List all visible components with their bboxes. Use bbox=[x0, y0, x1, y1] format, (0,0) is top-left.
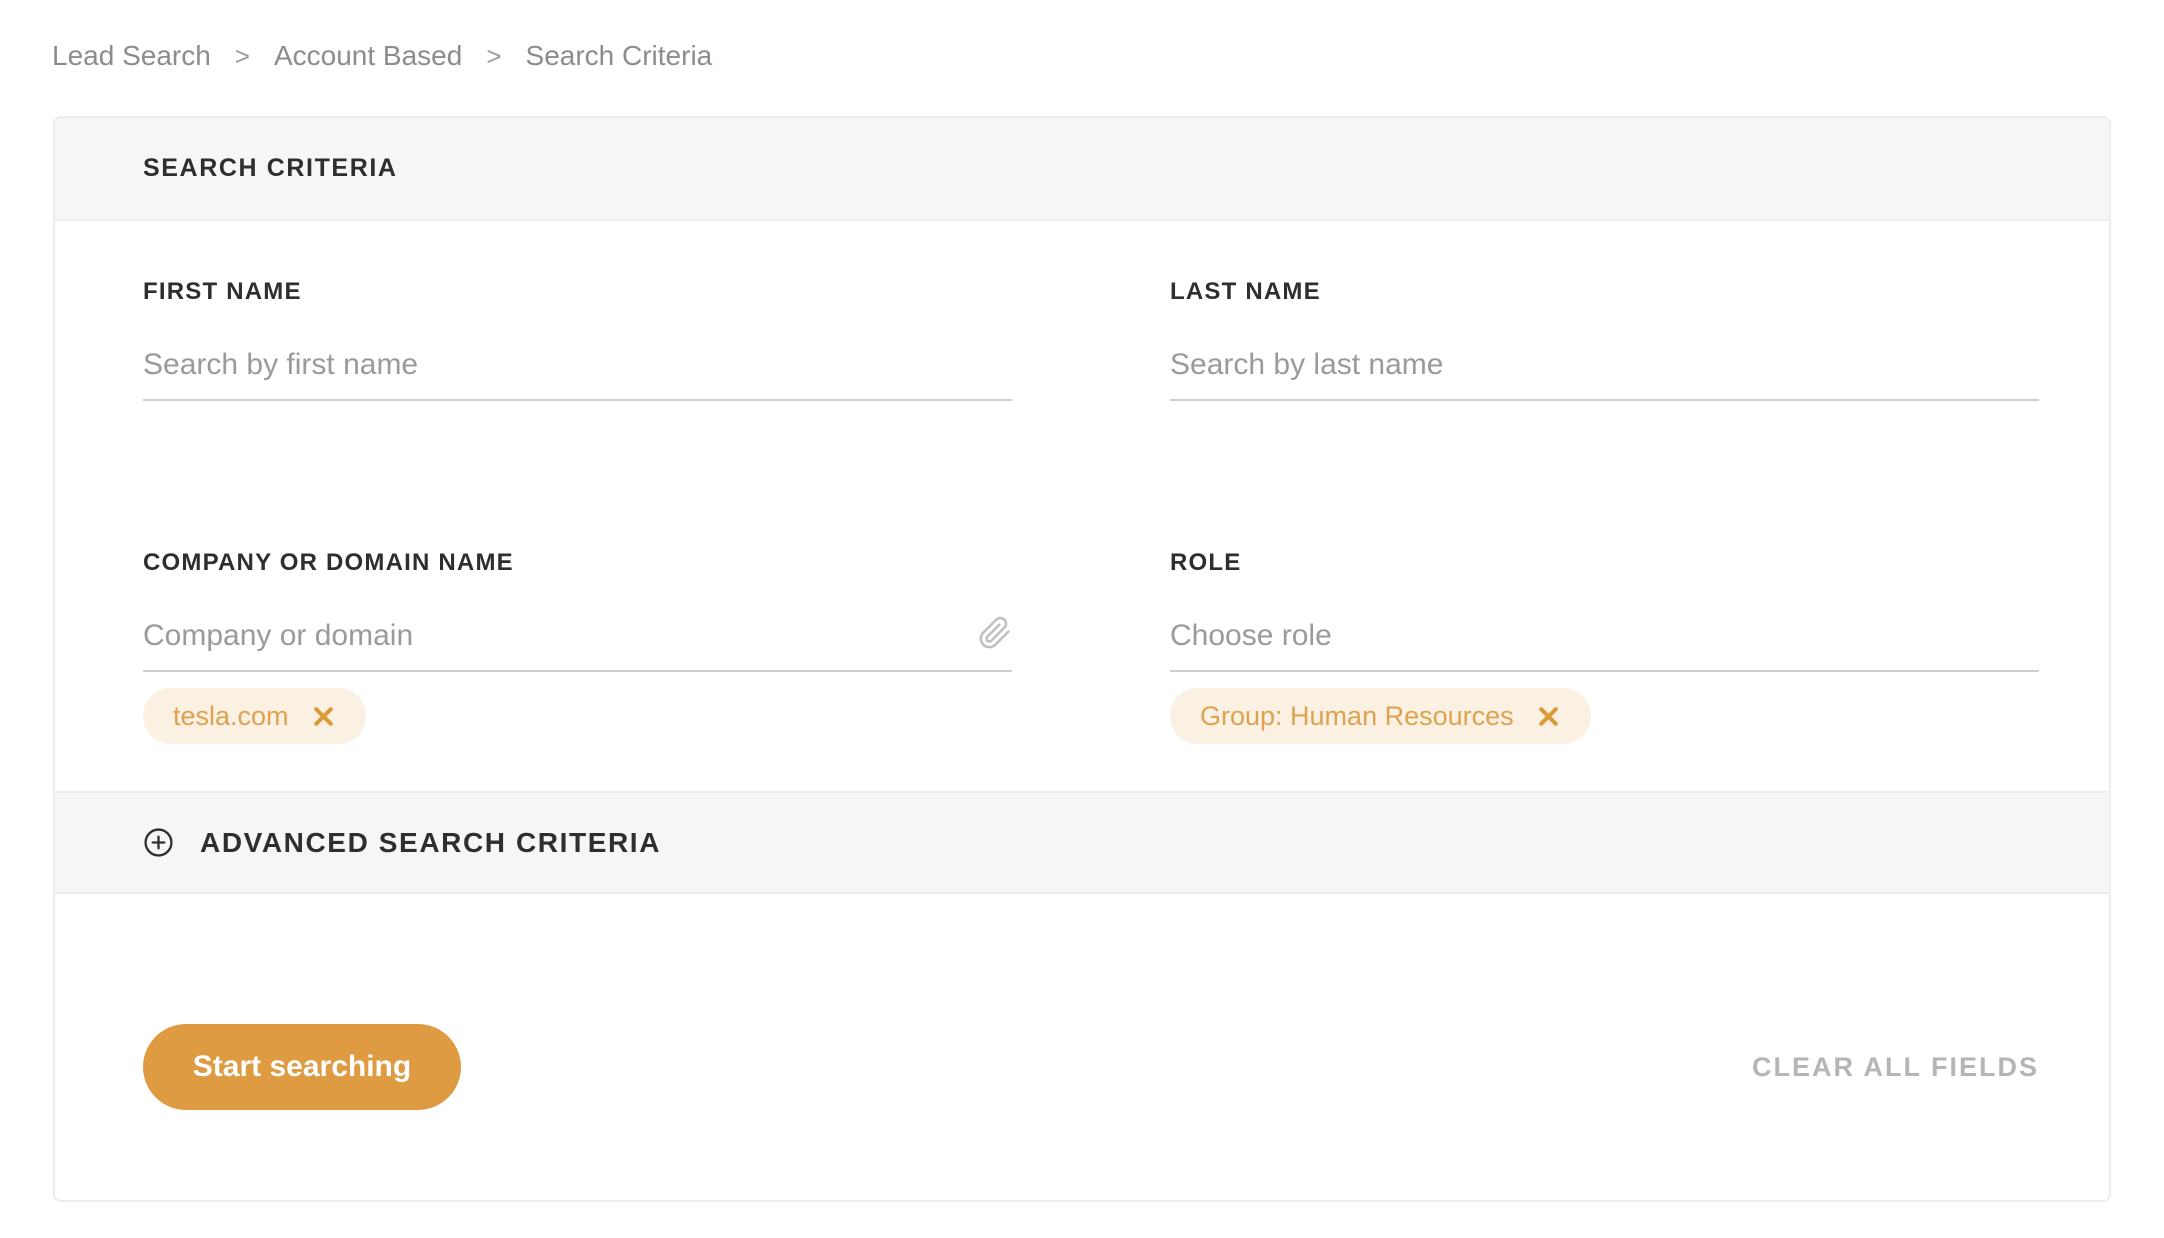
remove-company-tag-icon[interactable] bbox=[311, 704, 336, 729]
paperclip-icon[interactable] bbox=[978, 616, 1012, 650]
panel-footer: Start searching CLEAR ALL FIELDS bbox=[55, 894, 2109, 1198]
panel-header: SEARCH CRITERIA bbox=[55, 118, 2109, 221]
last-name-input[interactable] bbox=[1170, 343, 2039, 387]
breadcrumb: Lead Search > Account Based > Search Cri… bbox=[52, 40, 712, 72]
role-input-line bbox=[1170, 614, 2039, 672]
field-first-name: FIRST NAME bbox=[143, 221, 1012, 448]
first-name-label: FIRST NAME bbox=[143, 278, 302, 305]
search-criteria-panel: SEARCH CRITERIA FIRST NAME LAST NAME COM… bbox=[53, 116, 2111, 1202]
breadcrumb-item-account-based[interactable]: Account Based bbox=[274, 40, 462, 72]
last-name-label: LAST NAME bbox=[1170, 278, 1321, 305]
role-input[interactable] bbox=[1170, 614, 2039, 658]
remove-role-tag-icon[interactable] bbox=[1536, 704, 1561, 729]
breadcrumb-separator-icon: > bbox=[234, 40, 250, 71]
plus-circle-icon bbox=[143, 827, 174, 858]
first-name-input-line bbox=[143, 343, 1012, 401]
breadcrumb-separator-icon: > bbox=[486, 40, 502, 71]
role-tags: Group: Human Resources bbox=[1170, 688, 2039, 744]
role-label: ROLE bbox=[1170, 549, 1242, 576]
lead-search-page: Lead Search > Account Based > Search Cri… bbox=[0, 0, 2164, 1238]
role-tag: Group: Human Resources bbox=[1170, 688, 1591, 744]
field-last-name: LAST NAME bbox=[1170, 221, 2039, 448]
advanced-search-toggle[interactable]: ADVANCED SEARCH CRITERIA bbox=[55, 791, 2109, 894]
clear-all-fields-button[interactable]: CLEAR ALL FIELDS bbox=[1752, 1052, 2039, 1083]
company-input-line bbox=[143, 614, 1012, 672]
breadcrumb-item-lead-search[interactable]: Lead Search bbox=[52, 40, 211, 72]
role-tag-label: Group: Human Resources bbox=[1200, 700, 1514, 731]
company-input[interactable] bbox=[143, 614, 978, 658]
start-searching-button[interactable]: Start searching bbox=[143, 1024, 461, 1110]
company-tag: tesla.com bbox=[143, 688, 366, 744]
field-company: COMPANY OR DOMAIN NAME tesla.com bbox=[143, 448, 1012, 791]
breadcrumb-item-search-criteria: Search Criteria bbox=[525, 40, 713, 71]
field-role: ROLE Group: Human Resources bbox=[1170, 448, 2039, 791]
panel-title: SEARCH CRITERIA bbox=[143, 154, 398, 182]
company-label: COMPANY OR DOMAIN NAME bbox=[143, 549, 514, 576]
first-name-input[interactable] bbox=[143, 343, 1012, 387]
search-fields: FIRST NAME LAST NAME COMPANY OR DOMAIN N… bbox=[55, 221, 2109, 791]
last-name-input-line bbox=[1170, 343, 2039, 401]
company-tag-label: tesla.com bbox=[173, 700, 289, 731]
company-tags: tesla.com bbox=[143, 688, 1012, 744]
advanced-search-label: ADVANCED SEARCH CRITERIA bbox=[200, 826, 662, 858]
